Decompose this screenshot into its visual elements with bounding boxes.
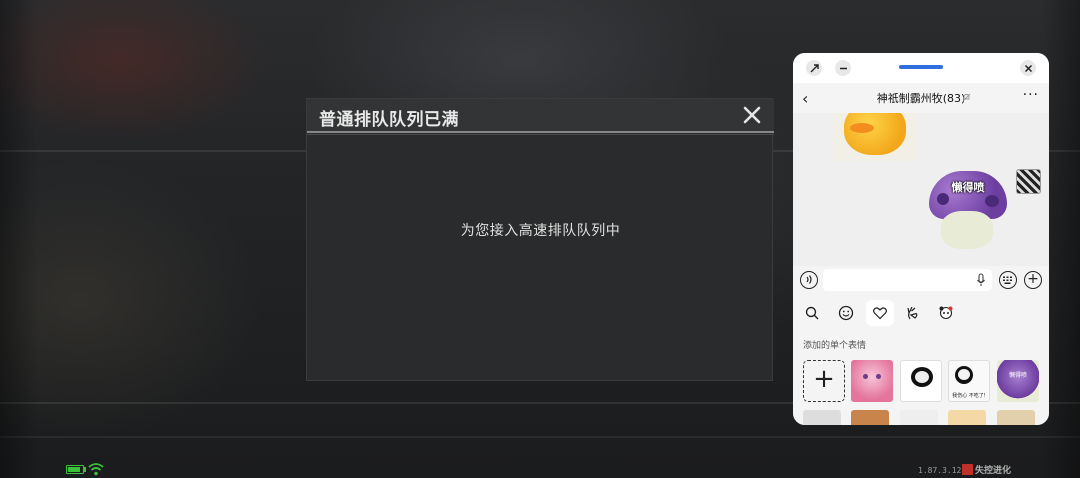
- duck-body: [844, 113, 906, 155]
- sticker-thumb-partial[interactable]: [851, 410, 889, 425]
- emoji-favorites-heart-icon[interactable]: [866, 300, 894, 326]
- mute-icon: [962, 93, 971, 102]
- dialog-divider: [307, 134, 774, 135]
- dialog-header: 普通排队队列已满: [307, 99, 774, 131]
- pip-icon[interactable]: [806, 60, 822, 76]
- avatar[interactable]: [1016, 169, 1041, 194]
- message-list[interactable]: 懒得喷: [793, 113, 1049, 266]
- keyboard-icon[interactable]: [999, 271, 1017, 289]
- background-line: [0, 436, 1080, 438]
- chat-floating-window: ‹ 神祇制霸州牧(83) ··· 懒得喷 + 添加的单个表情 + 我伤心 不吃了…: [793, 53, 1049, 425]
- sticker-caption: 懒得喷: [951, 181, 985, 194]
- sticker-thumb-partial[interactable]: [948, 410, 986, 425]
- panda-meme-sticker[interactable]: [900, 360, 942, 402]
- anime-girl-sticker[interactable]: [851, 360, 893, 402]
- emoji-smiley-icon[interactable]: [832, 300, 860, 326]
- minimize-icon[interactable]: [835, 60, 851, 76]
- sticker-thumb-partial[interactable]: [900, 410, 938, 425]
- sticker-section-label: 添加的单个表情: [803, 341, 867, 351]
- mushroom-spot: [985, 195, 999, 207]
- emoji-panda-character-icon[interactable]: [932, 300, 960, 326]
- sticker-caption: 我伤心 不吃了!: [952, 393, 986, 399]
- add-sticker-button[interactable]: +: [803, 360, 845, 402]
- sticker-face: [958, 369, 970, 380]
- more-options-button[interactable]: ···: [1023, 87, 1039, 103]
- duck-beak: [850, 123, 874, 133]
- queue-dialog: 普通排队队列已满 为您接入高速排队队列中: [306, 98, 774, 381]
- background-vignette-left: [0, 0, 38, 478]
- sticker-eye: [863, 374, 868, 379]
- panda-meme-sticker-2[interactable]: 我伤心 不吃了!: [948, 360, 990, 402]
- message-input[interactable]: [823, 269, 992, 291]
- chat-title: 神祇制霸州牧(83): [876, 92, 966, 105]
- wifi-icon: [88, 463, 104, 476]
- mushroom-sticker[interactable]: 懒得喷: [927, 167, 1009, 253]
- sticker-face: [915, 371, 929, 383]
- sticker-thumb-partial[interactable]: [803, 410, 841, 425]
- emoji-hand-gesture-icon[interactable]: [899, 300, 927, 326]
- dialog-message: 为您接入高速排队队列中: [460, 223, 621, 239]
- brand-label: 失控进化: [975, 466, 1012, 476]
- add-attachment-icon[interactable]: +: [1024, 271, 1042, 289]
- brand-logo-icon: [962, 464, 973, 475]
- sticker-panel: 添加的单个表情 + 我伤心 不吃了! 懒得喷: [793, 332, 1049, 425]
- close-icon[interactable]: [742, 105, 762, 125]
- close-icon[interactable]: [1020, 60, 1036, 76]
- battery-icon: [66, 465, 84, 474]
- voice-input-icon[interactable]: [800, 271, 818, 289]
- chat-header: ‹ 神祇制霸州牧(83) ···: [793, 83, 1049, 113]
- dialog-title: 普通排队队列已满: [319, 110, 459, 130]
- microphone-icon[interactable]: [976, 273, 986, 287]
- battery-tip: [84, 467, 86, 472]
- emoji-tab-bar: [793, 294, 1049, 332]
- mushroom-face: [941, 211, 993, 249]
- mushroom-sticker-thumb[interactable]: 懒得喷: [997, 360, 1039, 402]
- duck-sticker[interactable]: [834, 113, 918, 161]
- sticker-eye: [876, 374, 881, 379]
- battery-fill: [68, 467, 80, 472]
- dialog-divider: [307, 131, 774, 133]
- sticker-thumb-partial[interactable]: [997, 410, 1035, 425]
- window-title-bar: [793, 53, 1049, 83]
- emoji-search-icon[interactable]: [798, 300, 826, 326]
- chat-input-bar: +: [793, 266, 1049, 294]
- window-drag-handle[interactable]: [899, 65, 943, 69]
- sticker-caption: 懒得喷: [1008, 372, 1027, 379]
